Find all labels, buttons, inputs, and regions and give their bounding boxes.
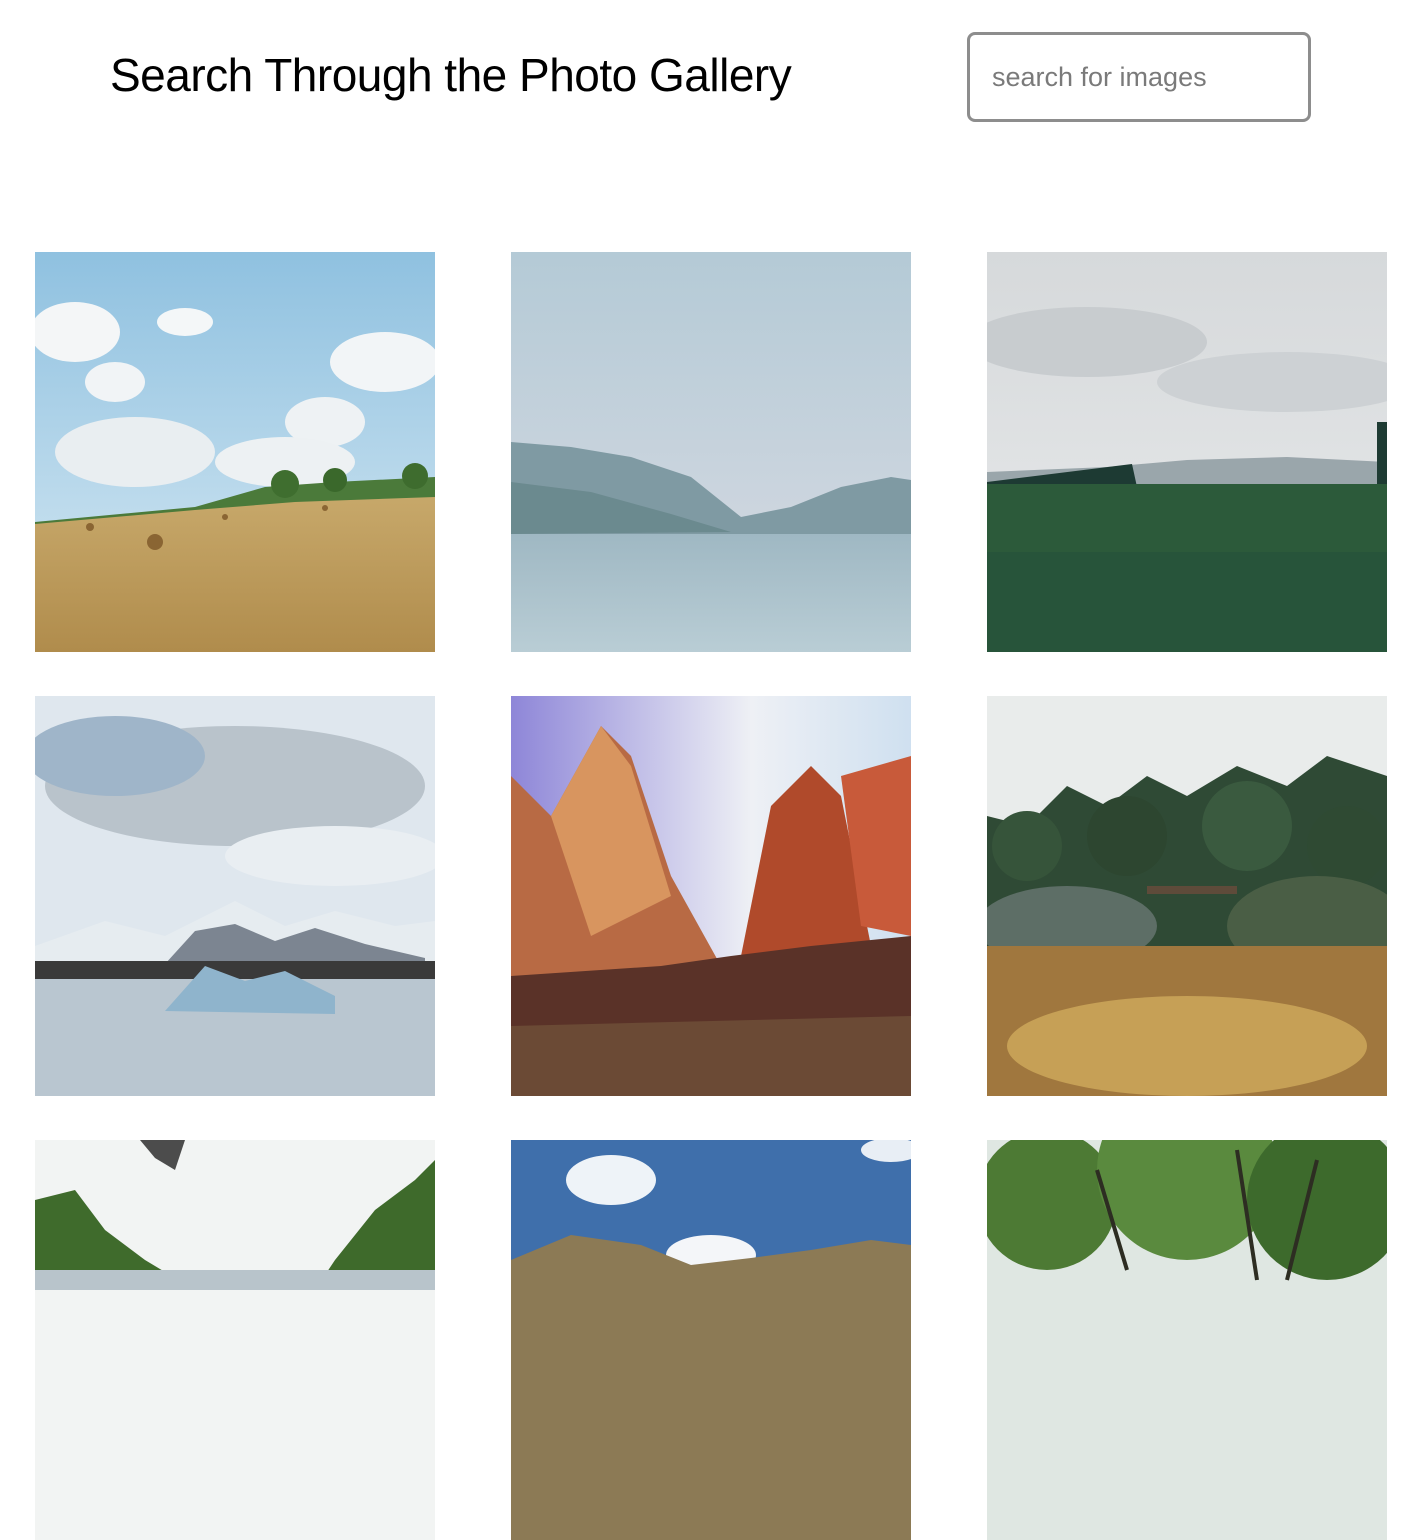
gallery-image-lake[interactable] — [511, 252, 911, 652]
hay-field-photo — [35, 252, 435, 652]
gallery-image-blue-sky[interactable] — [511, 1140, 911, 1540]
lake-photo — [511, 252, 911, 652]
gallery-image-tree-canopy[interactable] — [987, 1140, 1387, 1540]
gallery-image-hay-field[interactable] — [35, 252, 435, 652]
glacier-lagoon-photo — [35, 696, 435, 1096]
gallery-image-garden[interactable] — [987, 696, 1387, 1096]
gallery-image-forest-sky[interactable] — [35, 1140, 435, 1540]
gallery-image-glacier-lagoon[interactable] — [35, 696, 435, 1096]
green-plain-photo — [987, 252, 1387, 652]
search-input[interactable] — [967, 32, 1311, 122]
page-title: Search Through the Photo Gallery — [110, 49, 792, 101]
blue-sky-photo — [511, 1140, 911, 1540]
photo-grid — [35, 252, 1387, 1540]
tree-canopy-photo — [987, 1140, 1387, 1540]
garden-photo — [987, 696, 1387, 1096]
forest-sky-photo — [35, 1140, 435, 1540]
gallery-image-green-plain[interactable] — [987, 252, 1387, 652]
gallery-image-red-rock-canyon[interactable] — [511, 696, 911, 1096]
red-rock-canyon-photo — [511, 696, 911, 1096]
